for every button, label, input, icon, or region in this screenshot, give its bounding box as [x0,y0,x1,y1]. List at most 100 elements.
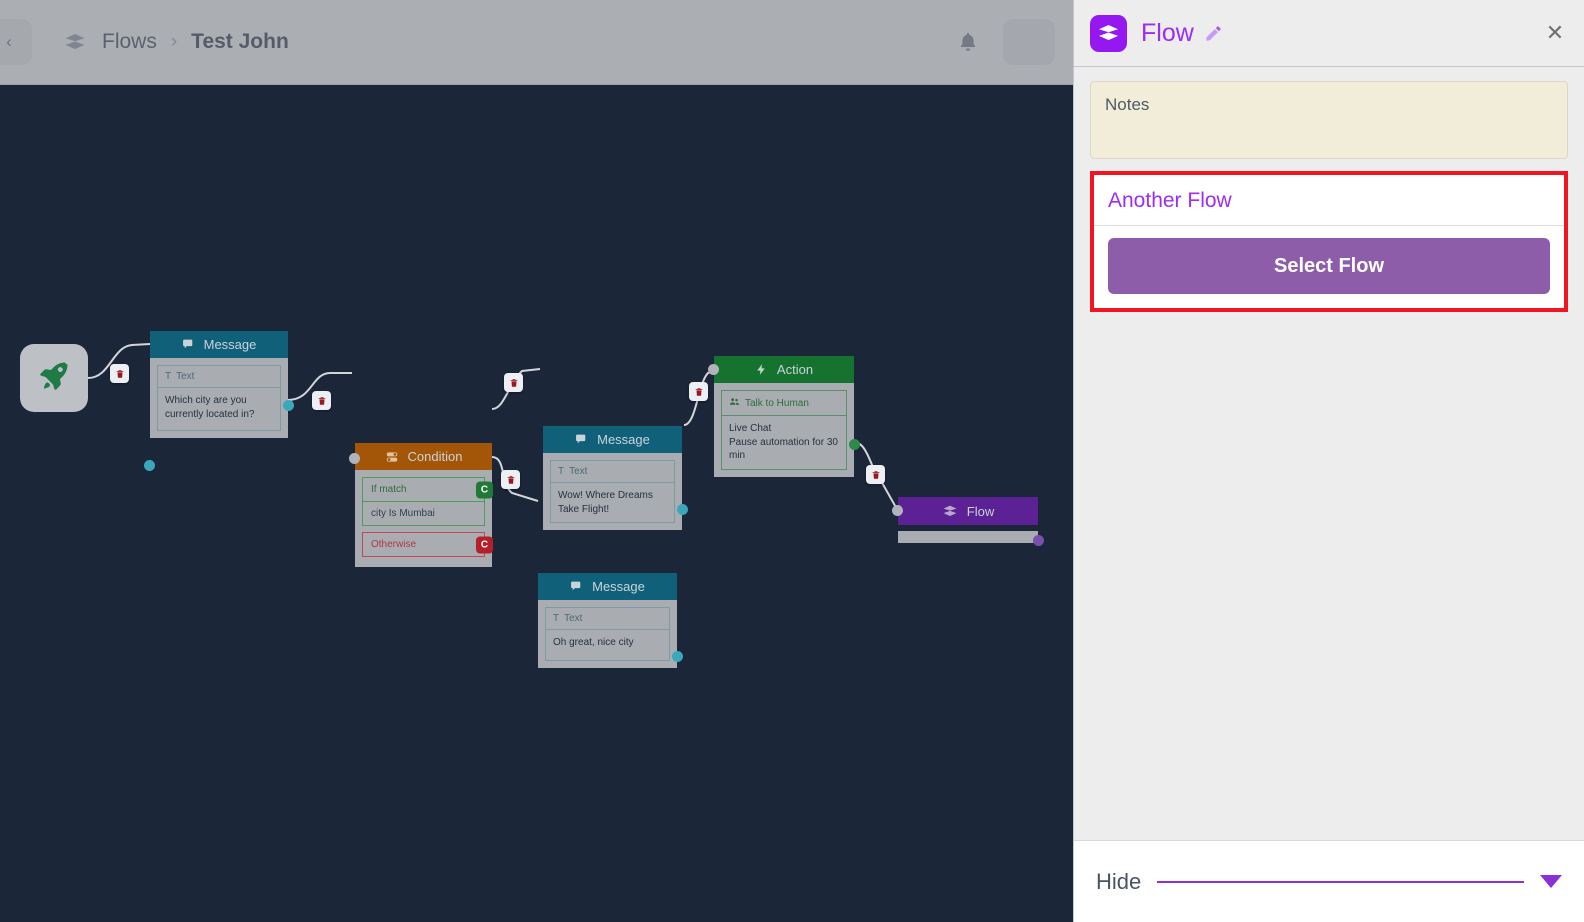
input-port[interactable] [349,453,360,464]
breadcrumb-current: Test John [191,30,289,53]
trash-icon [507,475,514,484]
node-title: Message [203,337,257,352]
node-message-2[interactable]: Message T Text Wow! Where Dreams Take Fl… [543,426,688,530]
notification-bell-icon[interactable] [955,29,981,55]
node-flow[interactable]: Flow [892,497,1044,546]
breadcrumb-separator: › [170,31,178,52]
trash-icon [695,387,702,396]
text-field[interactable]: T Text Which city are you currently loca… [157,365,281,431]
trash-icon [510,378,517,387]
close-icon[interactable]: ✕ [1542,20,1568,46]
action-field[interactable]: Talk to Human Live Chat Pause automation… [721,390,847,470]
output-port[interactable] [283,400,294,411]
text-field[interactable]: T Text Oh great, nice city [545,607,670,661]
rocket-icon [37,359,71,398]
input-port[interactable] [144,460,155,471]
flow-icon [942,505,958,518]
node-message-3[interactable]: Message T Text Oh great, nice city [538,573,683,668]
output-port[interactable] [672,651,683,662]
node-header: Message [150,331,288,358]
field-label-row: T Text [546,608,669,630]
chevron-down-icon[interactable] [1540,875,1562,888]
branch-if-match[interactable]: If match C [362,477,493,502]
another-flow-highlight-box: Another Flow Select Flow [1090,171,1568,312]
input-port[interactable] [708,364,719,375]
field-label-row: T Text [158,366,280,388]
breadcrumb: Flows › Test John [62,29,289,55]
message-icon [182,338,195,351]
text-field[interactable]: T Text Wow! Where Dreams Take Flight! [550,460,675,523]
start-node[interactable] [20,344,88,412]
branch-output-port-otherwise[interactable]: C [476,536,493,553]
field-value: Oh great, nice city [553,637,634,648]
trash-icon [872,470,879,479]
edge-delete-button[interactable] [689,382,708,401]
branch-output-port-match[interactable]: C [476,481,493,498]
node-title: Message [597,432,650,447]
field-value: Which city are you currently located in? [165,395,255,420]
pencil-icon[interactable] [1204,24,1223,43]
node-header: Message [543,426,682,453]
another-flow-label: Another Flow [1094,175,1564,226]
node-title: Action [776,362,814,377]
avatar[interactable] [1003,19,1055,65]
message-icon [575,433,588,446]
field-value: Wow! Where Dreams Take Flight! [558,490,653,515]
node-action[interactable]: Action Talk to Human Live Chat Pause aut… [708,356,860,477]
message-icon [570,580,583,593]
node-header: Condition [355,443,492,470]
edge-delete-button[interactable] [866,465,885,484]
flow-builder-screen: Message T Text Which city are you curren… [0,0,1584,922]
trash-icon [116,369,123,378]
notes-input[interactable] [1090,81,1568,159]
text-icon: T [553,613,560,624]
chevron-left-icon: ‹ [6,32,12,51]
branch-otherwise[interactable]: Otherwise C [362,532,493,557]
sidebar-collapse-button[interactable]: ‹ [0,19,32,65]
branch-condition-text: city Is Mumbai [362,502,485,526]
node-title: Flow [966,503,995,519]
output-port[interactable] [1033,535,1044,546]
hide-label[interactable]: Hide [1096,869,1141,895]
node-body: If match C city Is Mumbai Otherwise C [355,470,493,567]
select-flow-wrap: Select Flow [1094,226,1564,308]
panel-footer: Hide [1074,840,1584,922]
edge-delete-button[interactable] [312,391,331,410]
node-title: Message [592,579,645,594]
panel-title: Flow [1141,18,1194,47]
output-port[interactable] [677,504,688,515]
panel-header: Flow ✕ [1074,0,1584,67]
toggle-icon [385,450,399,464]
action-line-2: Pause automation for 30 min [729,436,838,462]
node-body: Talk to Human Live Chat Pause automation… [714,383,854,477]
panel-body: Another Flow Select Flow [1074,67,1584,840]
edge-delete-button[interactable] [501,470,520,489]
node-message-1[interactable]: Message T Text Which city are you curren… [144,331,294,471]
footer-divider [1157,880,1524,883]
trash-icon [318,396,325,405]
flow-canvas[interactable]: Message T Text Which city are you curren… [0,85,1073,922]
node-title: Condition [407,449,463,464]
lightning-icon [755,363,768,376]
top-bar-actions [955,19,1055,65]
node-header: Message [538,573,677,600]
input-port[interactable] [892,505,903,516]
node-header: Action [714,356,854,383]
edge-delete-button[interactable] [110,364,129,383]
breadcrumb-link-flows[interactable]: Flows [102,30,157,54]
select-flow-button[interactable]: Select Flow [1108,238,1550,294]
text-icon: T [165,371,172,382]
flow-icon [1090,14,1127,52]
action-line-1: Live Chat [729,423,772,434]
node-body: T Text Wow! Where Dreams Take Flight! [543,453,682,530]
node-body: T Text Which city are you currently loca… [150,358,288,438]
flow-icon [62,29,88,55]
node-body [898,531,1038,543]
output-port[interactable] [849,439,860,450]
node-condition[interactable]: Condition If match C city Is Mumbai Othe… [349,443,493,567]
people-icon [729,396,740,410]
edge-delete-button[interactable] [504,373,523,392]
text-icon: T [558,466,565,477]
field-label-row: Talk to Human [722,391,846,416]
field-label-row: T Text [551,461,674,483]
